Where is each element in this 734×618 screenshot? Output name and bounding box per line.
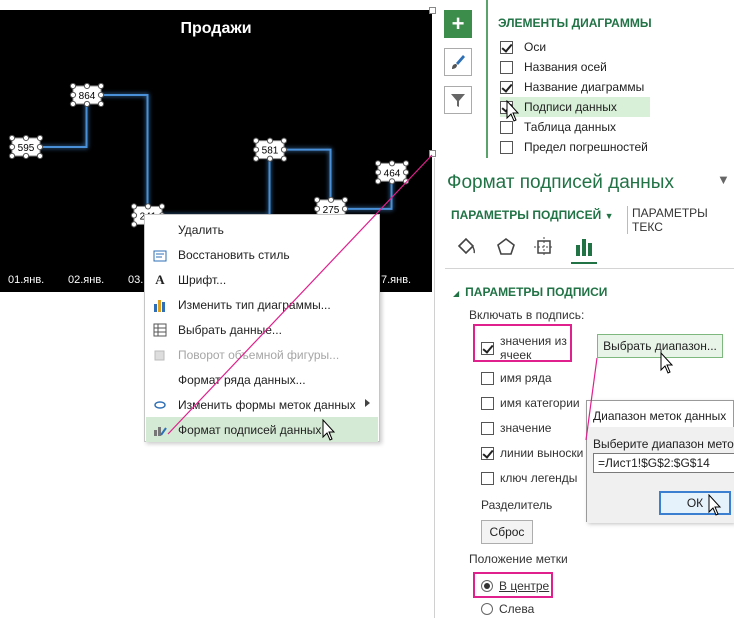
mouse-cursor-icon xyxy=(660,352,674,374)
mouse-cursor-icon xyxy=(708,494,722,516)
mouse-cursor-icon xyxy=(506,100,520,122)
annotation-lines xyxy=(167,154,598,441)
mouse-cursor-icon xyxy=(322,419,336,441)
